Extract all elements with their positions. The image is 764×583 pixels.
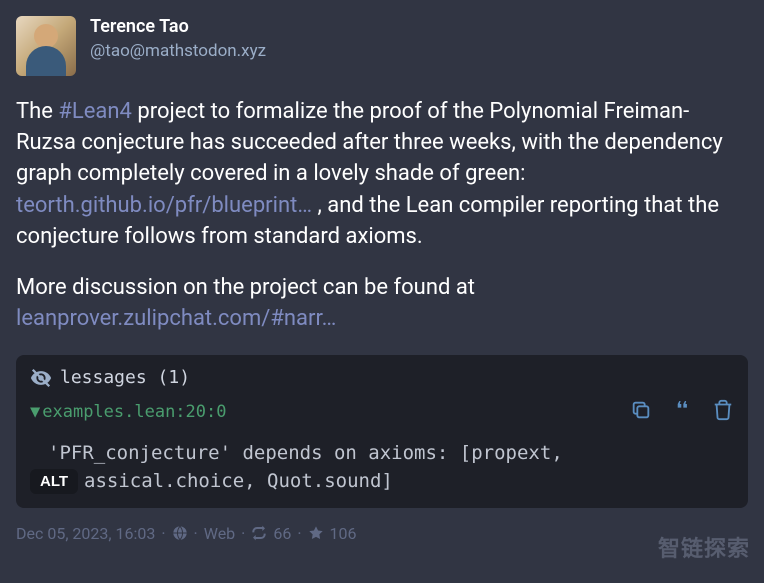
trash-icon[interactable] <box>712 399 734 421</box>
post-text: More discussion on the project can be fo… <box>16 275 475 300</box>
code-header-title: lessages (1) <box>60 367 190 388</box>
quote-icon[interactable]: ❝ <box>674 399 690 425</box>
client-name: Web <box>204 524 235 543</box>
alt-badge[interactable]: ALT <box>30 469 78 494</box>
boost-count: 66 <box>273 524 291 543</box>
display-name[interactable]: Terence Tao <box>90 16 266 37</box>
timestamp[interactable]: Dec 05, 2023, 16:03 <box>16 524 155 543</box>
favorite-count: 106 <box>330 524 357 543</box>
user-handle[interactable]: @tao@mathstodon.xyz <box>90 41 266 61</box>
hashtag-lean4[interactable]: #Lean4 <box>58 99 132 124</box>
post-meta: Dec 05, 2023, 16:03 · · Web · 66 · 106 <box>16 524 748 543</box>
boost-icon[interactable] <box>251 525 267 541</box>
file-path: ▼examples.lean:20:0 <box>30 402 226 422</box>
link-blueprint[interactable]: teorth.github.io/pfr/blueprint… <box>16 193 312 218</box>
code-attachment: lessages (1) ▼examples.lean:20:0 ❝ 'PFR_… <box>16 355 748 508</box>
post-text: The <box>16 99 58 124</box>
star-icon[interactable] <box>308 525 324 541</box>
collapse-triangle-icon[interactable]: ▼ <box>30 402 40 422</box>
watermark: 智链探索 <box>658 531 750 563</box>
avatar[interactable] <box>16 16 76 76</box>
post-content: The #Lean4 project to formalize the proo… <box>16 96 748 335</box>
copy-icon[interactable] <box>630 399 652 421</box>
link-zulip[interactable]: leanprover.zulipchat.com/#narr… <box>16 306 336 331</box>
code-text: 'PFR_conjecture' depends on axioms: [pro… <box>30 439 734 496</box>
globe-icon <box>172 525 188 541</box>
eye-slash-icon <box>30 367 52 389</box>
